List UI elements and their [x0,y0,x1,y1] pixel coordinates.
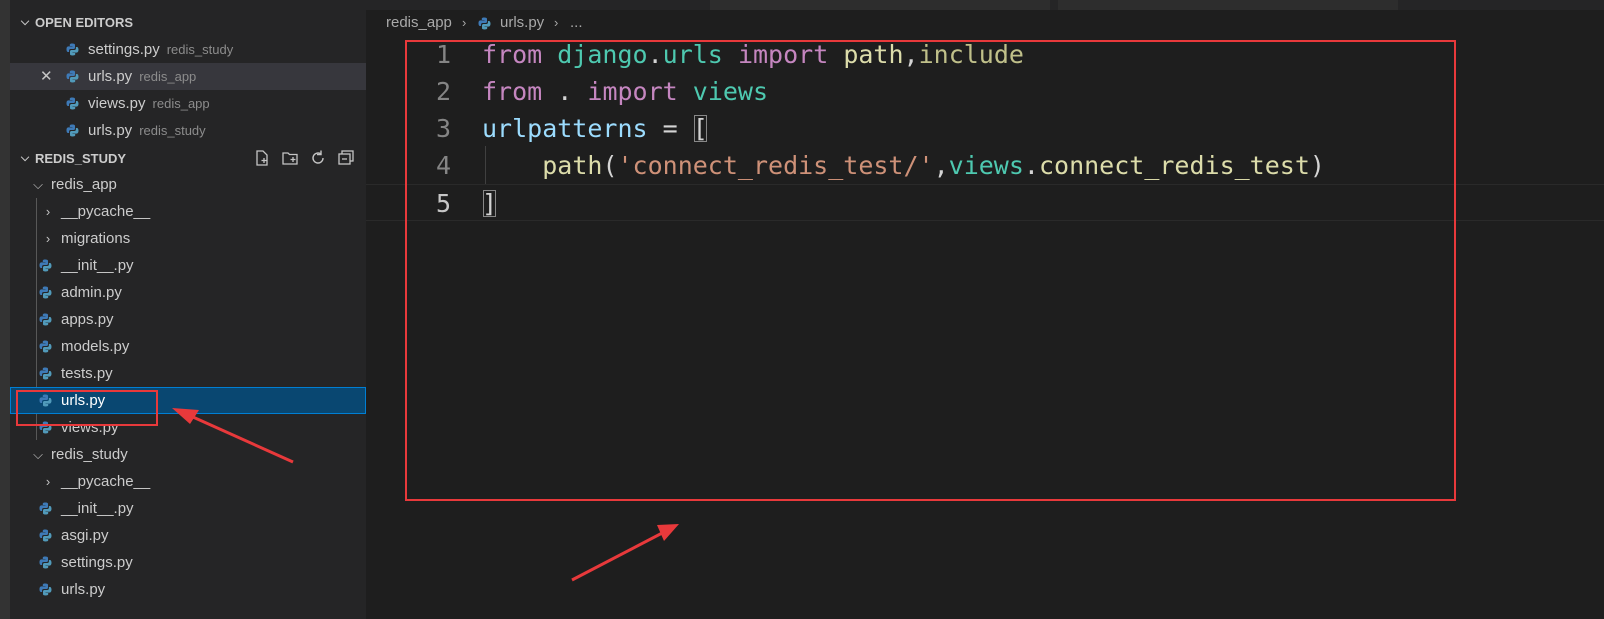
open-editor-item-active[interactable]: ✕ urls.py redis_app [10,63,366,90]
python-file-icon [66,124,79,137]
chevron-down-icon: ⌵ [20,152,30,164]
file-label: models.py [61,338,130,355]
python-file-icon [39,367,52,380]
tree-file[interactable]: apps.py [10,306,366,333]
tree-folder-pycache[interactable]: › __pycache__ [10,468,366,495]
open-editor-label: views.py redis_app [88,95,210,112]
tree-file[interactable]: __init__.py [10,252,366,279]
breadcrumb-folder[interactable]: redis_app [386,10,452,36]
explorer-sidebar: ⌵ OPEN EDITORS settings.py redis_study ✕ … [0,0,366,619]
workspace-folder-header[interactable]: ⌵ REDIS_STUDY [10,145,366,172]
python-file-icon [39,556,52,569]
python-file-icon [39,313,52,326]
file-label: __init__.py [61,500,134,517]
file-label: settings.py [61,554,133,571]
file-label: tests.py [61,365,113,382]
python-file-icon [66,97,79,110]
editor-tab[interactable] [1058,0,1398,10]
annotation-box-file [16,390,158,426]
close-icon[interactable]: ✕ [40,63,53,90]
editor-tab-strip [366,0,1604,10]
new-file-icon[interactable] [252,149,272,169]
breadcrumb-file[interactable]: urls.py [500,10,544,36]
file-label: admin.py [61,284,122,301]
tree-file[interactable]: urls.py [10,576,366,603]
python-file-icon [66,70,79,83]
chevron-right-icon: › [462,15,467,30]
tree-file[interactable]: tests.py [10,360,366,387]
chevron-right-icon: › [45,231,51,246]
open-editor-label: urls.py redis_app [88,68,197,85]
tree-folder-migrations[interactable]: › migrations [10,225,366,252]
refresh-icon[interactable] [308,149,328,169]
open-editor-item[interactable]: urls.py redis_study [10,117,366,144]
folder-label: migrations [61,230,131,247]
open-editors-title: OPEN EDITORS [35,15,134,30]
tree-folder-redis-app[interactable]: ⌵ redis_app [10,171,366,198]
folder-label: __pycache__ [61,203,151,220]
python-file-icon [39,340,52,353]
arrow-to-code [571,524,679,582]
open-editor-item[interactable]: settings.py redis_study [10,36,366,63]
open-editor-label: urls.py redis_study [88,122,206,139]
breadcrumb: redis_app › urls.py › ... [366,10,1604,36]
tree-file[interactable]: models.py [10,333,366,360]
vscode-window: ⌵ OPEN EDITORS settings.py redis_study ✕ … [0,0,1604,619]
folder-label: redis_study [51,446,128,463]
file-label: apps.py [61,311,114,328]
tree-folder-pycache[interactable]: › __pycache__ [10,198,366,225]
tree-file[interactable]: admin.py [10,279,366,306]
python-file-icon [39,583,52,596]
folder-label: redis_app [51,176,117,193]
editor-tab[interactable] [710,0,1050,10]
workspace-folder-title: REDIS_STUDY [35,151,127,166]
chevron-right-icon: › [45,204,51,219]
chevron-down-icon: ⌵ [33,447,43,462]
open-editor-label: settings.py redis_study [88,41,234,58]
new-folder-icon[interactable] [280,149,300,169]
collapse-all-icon[interactable] [336,149,356,169]
chevron-down-icon: ⌵ [33,177,43,192]
file-label: urls.py [61,581,106,598]
python-file-icon [39,259,52,272]
annotation-box-code [405,40,1456,501]
folder-label: __pycache__ [61,473,151,490]
explorer-actions [252,145,356,172]
chevron-down-icon: ⌵ [20,16,30,28]
breadcrumb-more[interactable]: ... [570,10,583,36]
file-label: asgi.py [61,527,109,544]
chevron-right-icon: › [45,474,51,489]
tree-file[interactable]: __init__.py [10,495,366,522]
file-label: __init__.py [61,257,134,274]
activity-bar [0,0,10,619]
python-file-icon [39,286,52,299]
open-editors-header[interactable]: ⌵ OPEN EDITORS [10,9,366,36]
chevron-right-icon: › [554,15,559,30]
python-file-icon [39,502,52,515]
tree-file[interactable]: settings.py [10,549,366,576]
python-file-icon [39,529,52,542]
python-file-icon [478,17,491,30]
tree-file[interactable]: asgi.py [10,522,366,549]
open-editor-item[interactable]: views.py redis_app [10,90,366,117]
tree-folder-redis-study[interactable]: ⌵ redis_study [10,441,366,468]
python-file-icon [66,43,79,56]
